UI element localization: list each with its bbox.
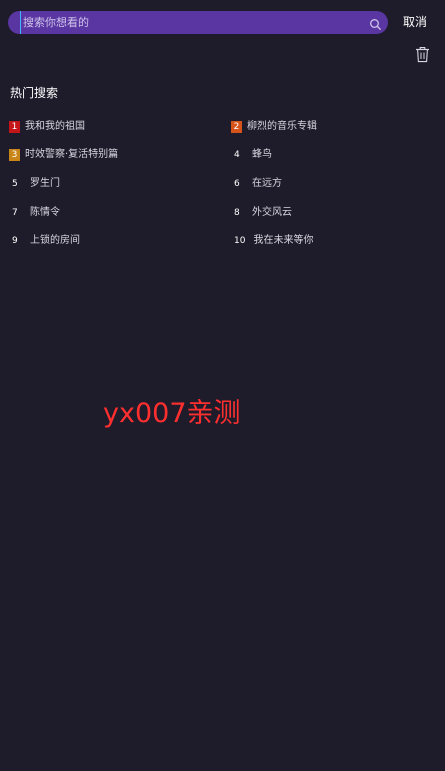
rank-badge: 3: [9, 149, 20, 161]
rank-number: 4: [234, 150, 240, 160]
rank-number: 6: [234, 179, 240, 189]
hot-search-item-label: 我和我的祖国: [25, 121, 85, 132]
hot-search-item[interactable]: 9 上锁的房间: [12, 234, 80, 248]
hot-search-item-label: 我在未来等你: [253, 235, 314, 246]
hot-search-item[interactable]: 5 罗生门: [12, 177, 60, 191]
hot-search-item[interactable]: 3 时效警察·复活特别篇: [9, 148, 118, 162]
hot-search-item[interactable]: 1 我和我的祖国: [9, 120, 85, 134]
search-bar[interactable]: [8, 11, 388, 34]
rank-badge: 1: [9, 121, 20, 133]
cancel-button[interactable]: 取消: [403, 15, 427, 30]
rank-number: 9: [12, 236, 18, 246]
search-input[interactable]: [20, 11, 363, 34]
hot-search-title: 热门搜索: [10, 86, 59, 100]
rank-number: 5: [12, 179, 18, 189]
hot-search-item-label: 柳烈的音乐专辑: [247, 121, 317, 132]
watermark-text: yx007亲测: [103, 398, 241, 429]
rank-number: 7: [12, 208, 18, 218]
rank-badge: 2: [231, 121, 242, 133]
hot-search-item[interactable]: 10 我在未来等你: [234, 234, 313, 248]
trash-icon[interactable]: [415, 46, 430, 63]
hot-search-item[interactable]: 8 外交风云: [234, 206, 292, 220]
hot-search-item[interactable]: 4 蜂鸟: [234, 148, 272, 162]
hot-search-item[interactable]: 2 柳烈的音乐专辑: [231, 120, 317, 134]
hot-search-item-label: 罗生门: [30, 178, 60, 189]
rank-number: 8: [234, 208, 240, 218]
hot-search-item-label: 蜂鸟: [252, 149, 272, 160]
hot-search-item-label: 外交风云: [252, 207, 292, 218]
hot-search-item-label: 时效警察·复活特别篇: [25, 149, 119, 160]
hot-search-item[interactable]: 7 陈情令: [12, 206, 60, 220]
hot-search-item[interactable]: 6 在远方: [234, 177, 282, 191]
search-page: 取消 热门搜索 1 我和我的祖国 2 柳烈的音乐专辑 3 时效警察·复活特别篇 …: [0, 0, 445, 771]
hot-search-item-label: 陈情令: [30, 207, 60, 218]
hot-search-item-label: 在远方: [252, 178, 282, 189]
search-icon[interactable]: [369, 16, 382, 30]
rank-number: 10: [234, 236, 246, 246]
hot-search-item-label: 上锁的房间: [30, 235, 80, 246]
